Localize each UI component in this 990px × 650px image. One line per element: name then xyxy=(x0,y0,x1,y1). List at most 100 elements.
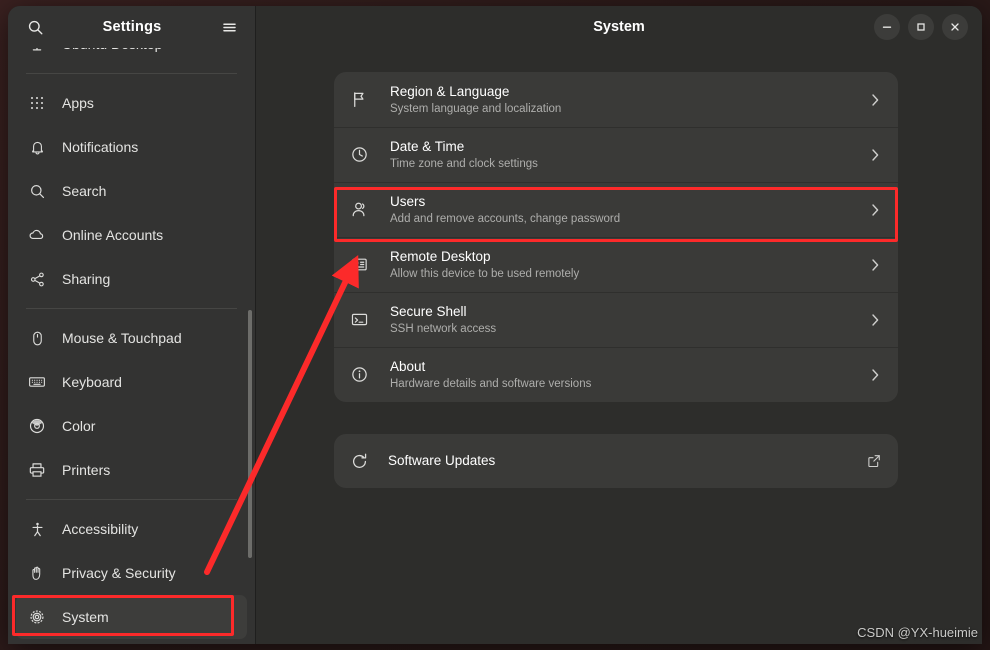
chevron-right-icon xyxy=(868,257,882,273)
desktop-background: Settings System Apps Notifications Searc… xyxy=(0,0,990,650)
row-users[interactable]: Users Add and remove accounts, change pa… xyxy=(334,182,898,237)
users-icon xyxy=(348,199,370,221)
share-nodes-icon xyxy=(28,270,46,288)
sidebar-item-search[interactable]: Search xyxy=(16,169,247,213)
main-content: Region & Language System language and lo… xyxy=(256,48,982,644)
row-text: Secure Shell SSH network access xyxy=(390,303,868,337)
row-text: Region & Language System language and lo… xyxy=(390,83,868,117)
external-link-icon xyxy=(866,453,882,469)
row-text: About Hardware details and software vers… xyxy=(390,358,868,392)
row-text: Software Updates xyxy=(388,452,866,470)
window-headerbar: Settings System xyxy=(8,6,982,48)
row-title: Software Updates xyxy=(388,453,496,468)
sidebar-item-printers[interactable]: Printers xyxy=(16,448,247,492)
sidebar-item-label: Mouse & Touchpad xyxy=(62,330,182,346)
color-wheel-icon xyxy=(28,417,46,435)
printer-icon xyxy=(28,461,46,479)
clock-icon xyxy=(348,144,370,166)
hand-shield-icon xyxy=(28,564,46,582)
terminal-icon xyxy=(348,309,370,331)
sidebar-item-label: Privacy & Security xyxy=(62,565,176,581)
mouse-icon xyxy=(28,329,46,347)
gear-icon xyxy=(28,608,46,626)
system-settings-card: Region & Language System language and lo… xyxy=(334,72,898,402)
sidebar-item-system[interactable]: System xyxy=(16,595,247,639)
chevron-right-icon xyxy=(868,92,882,108)
keyboard-icon xyxy=(28,373,46,391)
maximize-button[interactable] xyxy=(908,14,934,40)
main-headerbar: System xyxy=(256,6,982,48)
window-body: Ubuntu Desktop xyxy=(8,48,982,644)
info-circle-icon xyxy=(348,364,370,386)
sidebar-scrollbar[interactable] xyxy=(248,310,252,558)
sidebar-divider xyxy=(26,73,237,74)
sidebar-item-label: Printers xyxy=(62,462,111,478)
bell-icon xyxy=(28,138,46,156)
row-subtitle: Hardware details and software versions xyxy=(390,377,592,390)
flag-icon xyxy=(348,89,370,111)
row-text: Remote Desktop Allow this device to be u… xyxy=(390,248,868,282)
window-controls xyxy=(874,14,968,40)
sidebar-title: Settings xyxy=(102,19,162,35)
row-text: Users Add and remove accounts, change pa… xyxy=(390,193,868,227)
software-updates-card: Software Updates xyxy=(334,434,898,488)
chevron-right-icon xyxy=(868,312,882,328)
ubuntu-desktop-icon xyxy=(28,48,46,53)
sidebar-item-online-accounts[interactable]: Online Accounts xyxy=(16,213,247,257)
chevron-right-icon xyxy=(868,147,882,163)
row-remote-desktop[interactable]: Remote Desktop Allow this device to be u… xyxy=(334,237,898,292)
sidebar-item-notifications[interactable]: Notifications xyxy=(16,125,247,169)
hamburger-menu-icon[interactable] xyxy=(214,12,244,42)
row-subtitle: Allow this device to be used remotely xyxy=(390,267,580,280)
row-subtitle: System language and localization xyxy=(390,102,562,115)
row-title: Remote Desktop xyxy=(390,248,491,264)
watermark: CSDN @YX-hueimie xyxy=(857,625,978,640)
row-title: Users xyxy=(390,193,426,209)
sidebar-item-keyboard[interactable]: Keyboard xyxy=(16,360,247,404)
sidebar-item-color[interactable]: Color xyxy=(16,404,247,448)
row-secure-shell[interactable]: Secure Shell SSH network access xyxy=(334,292,898,347)
sidebar-item-ubuntu-desktop-partial[interactable]: Ubuntu Desktop xyxy=(16,48,247,66)
search-icon[interactable] xyxy=(20,12,50,42)
row-title: Secure Shell xyxy=(390,303,467,319)
sidebar-divider xyxy=(26,499,237,500)
grid-apps-icon xyxy=(28,94,46,112)
row-region-language[interactable]: Region & Language System language and lo… xyxy=(334,72,898,127)
sidebar-item-label: Accessibility xyxy=(62,521,139,537)
sidebar-item-sharing[interactable]: Sharing xyxy=(16,257,247,301)
row-date-time[interactable]: Date & Time Time zone and clock settings xyxy=(334,127,898,182)
settings-sidebar[interactable]: Ubuntu Desktop xyxy=(8,48,256,644)
sidebar-item-label: Sharing xyxy=(62,271,111,287)
row-about[interactable]: About Hardware details and software vers… xyxy=(334,347,898,402)
minimize-button[interactable] xyxy=(874,14,900,40)
row-software-updates[interactable]: Software Updates xyxy=(334,434,898,488)
sidebar-scroll-area: Ubuntu Desktop xyxy=(8,48,255,644)
sidebar-item-label: Color xyxy=(62,418,96,434)
cloud-icon xyxy=(28,226,46,244)
sidebar-item-label: Notifications xyxy=(62,139,139,155)
row-title: About xyxy=(390,358,426,374)
accessibility-person-icon xyxy=(28,520,46,538)
refresh-sync-icon xyxy=(348,450,370,472)
row-subtitle: Add and remove accounts, change password xyxy=(390,212,621,225)
search-icon xyxy=(28,182,46,200)
sidebar-item-apps[interactable]: Apps xyxy=(16,81,247,125)
sidebar-item-label: Search xyxy=(62,183,107,199)
sidebar-item-accessibility[interactable]: Accessibility xyxy=(16,507,247,551)
remote-desktop-icon xyxy=(348,254,370,276)
sidebar-item-label: Online Accounts xyxy=(62,227,164,243)
sidebar-item-label: Keyboard xyxy=(62,374,122,390)
sidebar-item-mouse-touchpad[interactable]: Mouse & Touchpad xyxy=(16,316,247,360)
sidebar-item-label: Ubuntu Desktop xyxy=(62,48,162,52)
sidebar-divider xyxy=(26,308,237,309)
row-title: Region & Language xyxy=(390,83,510,99)
row-title: Date & Time xyxy=(390,138,465,154)
sidebar-item-label: System xyxy=(62,609,109,625)
settings-window: Settings System Apps Notifications Searc… xyxy=(8,6,982,644)
sidebar-item-label: Apps xyxy=(62,95,94,111)
sidebar-item-privacy-security[interactable]: Privacy & Security xyxy=(16,551,247,595)
row-subtitle: Time zone and clock settings xyxy=(390,157,538,170)
settings-list: Region & Language System language and lo… xyxy=(256,48,982,488)
close-button[interactable] xyxy=(942,14,968,40)
chevron-right-icon xyxy=(868,202,882,218)
